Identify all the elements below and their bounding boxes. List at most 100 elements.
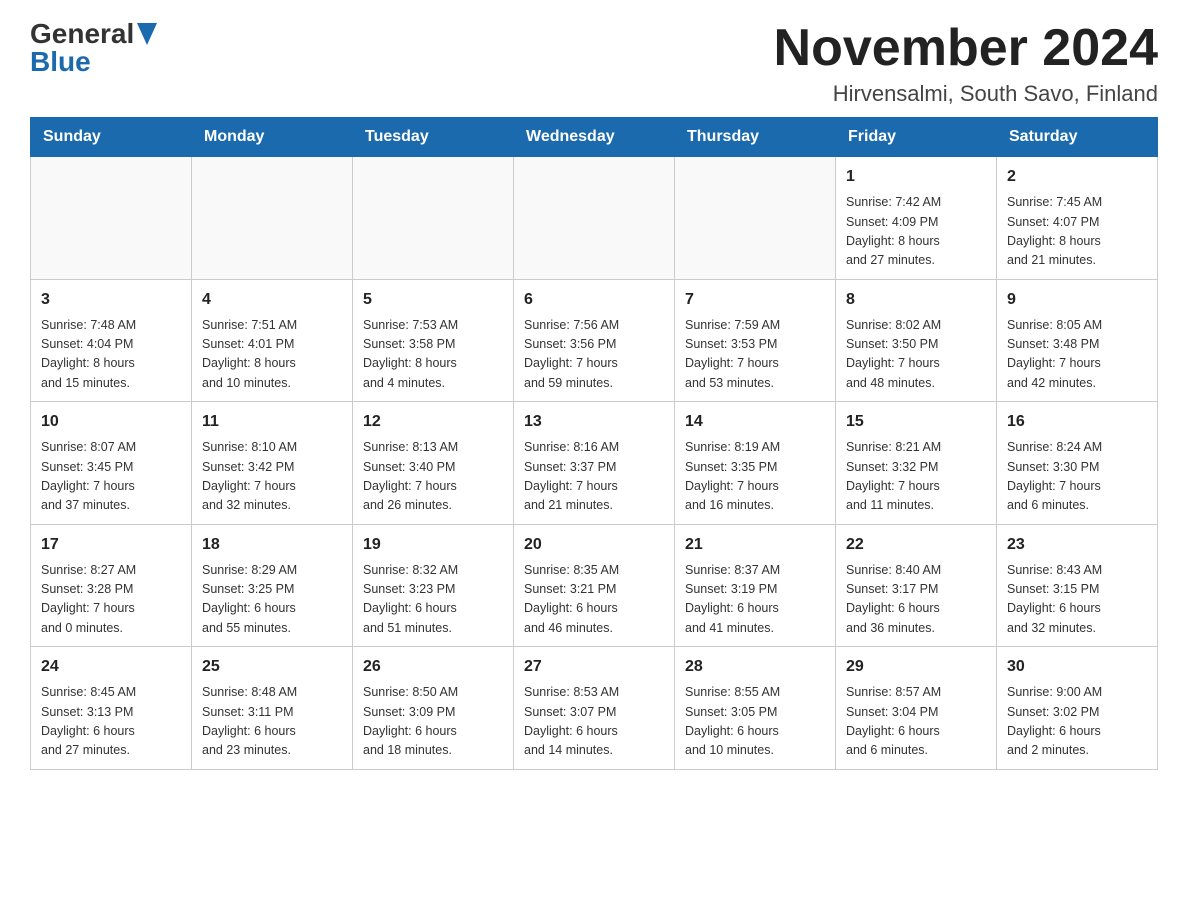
- day-number: 24: [41, 655, 181, 679]
- day-info: Sunrise: 8:57 AMSunset: 3:04 PMDaylight:…: [846, 683, 986, 761]
- day-info: Sunrise: 8:24 AMSunset: 3:30 PMDaylight:…: [1007, 438, 1147, 516]
- day-info: Sunrise: 8:45 AMSunset: 3:13 PMDaylight:…: [41, 683, 181, 761]
- day-number: 28: [685, 655, 825, 679]
- location-title: Hirvensalmi, South Savo, Finland: [774, 81, 1158, 107]
- calendar-cell: [31, 157, 192, 280]
- day-info: Sunrise: 8:10 AMSunset: 3:42 PMDaylight:…: [202, 438, 342, 516]
- day-number: 8: [846, 288, 986, 312]
- day-number: 5: [363, 288, 503, 312]
- day-number: 14: [685, 410, 825, 434]
- calendar-cell: 3Sunrise: 7:48 AMSunset: 4:04 PMDaylight…: [31, 279, 192, 402]
- day-number: 18: [202, 533, 342, 557]
- day-number: 7: [685, 288, 825, 312]
- day-number: 25: [202, 655, 342, 679]
- calendar-cell: 27 Sunrise: 8:53 AMSunset: 3:07 PMDayligh…: [514, 647, 675, 770]
- col-tuesday: Tuesday: [353, 118, 514, 157]
- calendar-week-row: 10 Sunrise: 8:07 AMSunset: 3:45 PMDayligh…: [31, 402, 1158, 525]
- day-number: 23: [1007, 533, 1147, 557]
- calendar-cell: 4 Sunrise: 7:51 AMSunset: 4:01 PMDaylight…: [192, 279, 353, 402]
- day-info: Sunrise: 8:43 AMSunset: 3:15 PMDaylight:…: [1007, 561, 1147, 639]
- calendar-cell: 17Sunrise: 8:27 AMSunset: 3:28 PMDayligh…: [31, 524, 192, 647]
- col-sunday: Sunday: [31, 118, 192, 157]
- calendar-cell: 24 Sunrise: 8:45 AMSunset: 3:13 PMDayligh…: [31, 647, 192, 770]
- day-number: 4: [202, 288, 342, 312]
- day-number: 29: [846, 655, 986, 679]
- calendar-cell: 10 Sunrise: 8:07 AMSunset: 3:45 PMDayligh…: [31, 402, 192, 525]
- day-number: 17: [41, 533, 181, 557]
- day-info: Sunrise: 8:21 AMSunset: 3:32 PMDaylight:…: [846, 438, 986, 516]
- logo: General Blue: [30, 20, 157, 76]
- day-number: 9: [1007, 288, 1147, 312]
- calendar-cell: [353, 157, 514, 280]
- calendar-table: Sunday Monday Tuesday Wednesday Thursday…: [30, 117, 1158, 770]
- day-number: 1: [846, 165, 986, 189]
- calendar-cell: 11 Sunrise: 8:10 AMSunset: 3:42 PMDayligh…: [192, 402, 353, 525]
- day-info: Sunrise: 7:59 AMSunset: 3:53 PMDaylight:…: [685, 316, 825, 394]
- day-number: 6: [524, 288, 664, 312]
- day-info: Sunrise: 8:50 AMSunset: 3:09 PMDaylight:…: [363, 683, 503, 761]
- day-number: 11: [202, 410, 342, 434]
- day-number: 21: [685, 533, 825, 557]
- calendar-cell: 19 Sunrise: 8:32 AMSunset: 3:23 PMDayligh…: [353, 524, 514, 647]
- calendar-cell: 5 Sunrise: 7:53 AMSunset: 3:58 PMDaylight…: [353, 279, 514, 402]
- day-number: 16: [1007, 410, 1147, 434]
- day-number: 13: [524, 410, 664, 434]
- day-info: Sunrise: 8:13 AMSunset: 3:40 PMDaylight:…: [363, 438, 503, 516]
- calendar-cell: 2 Sunrise: 7:45 AMSunset: 4:07 PMDaylight…: [997, 157, 1158, 280]
- day-info: Sunrise: 7:45 AMSunset: 4:07 PMDaylight:…: [1007, 193, 1147, 271]
- calendar-cell: 14 Sunrise: 8:19 AMSunset: 3:35 PMDayligh…: [675, 402, 836, 525]
- day-info: Sunrise: 8:02 AMSunset: 3:50 PMDaylight:…: [846, 316, 986, 394]
- calendar-cell: 28 Sunrise: 8:55 AMSunset: 3:05 PMDayligh…: [675, 647, 836, 770]
- calendar-cell: 23 Sunrise: 8:43 AMSunset: 3:15 PMDayligh…: [997, 524, 1158, 647]
- calendar-cell: 21 Sunrise: 8:37 AMSunset: 3:19 PMDayligh…: [675, 524, 836, 647]
- day-number: 26: [363, 655, 503, 679]
- calendar-header-row: Sunday Monday Tuesday Wednesday Thursday…: [31, 118, 1158, 157]
- day-info: Sunrise: 7:53 AMSunset: 3:58 PMDaylight:…: [363, 316, 503, 394]
- calendar-cell: 6 Sunrise: 7:56 AMSunset: 3:56 PMDaylight…: [514, 279, 675, 402]
- calendar-cell: 29 Sunrise: 8:57 AMSunset: 3:04 PMDayligh…: [836, 647, 997, 770]
- day-info: Sunrise: 8:19 AMSunset: 3:35 PMDaylight:…: [685, 438, 825, 516]
- day-info: Sunrise: 8:53 AMSunset: 3:07 PMDaylight:…: [524, 683, 664, 761]
- calendar-cell: 26 Sunrise: 8:50 AMSunset: 3:09 PMDayligh…: [353, 647, 514, 770]
- logo-general: General: [30, 20, 134, 48]
- col-wednesday: Wednesday: [514, 118, 675, 157]
- day-number: 19: [363, 533, 503, 557]
- day-info: Sunrise: 7:51 AMSunset: 4:01 PMDaylight:…: [202, 316, 342, 394]
- day-info: Sunrise: 7:56 AMSunset: 3:56 PMDaylight:…: [524, 316, 664, 394]
- calendar-cell: 13Sunrise: 8:16 AMSunset: 3:37 PMDayligh…: [514, 402, 675, 525]
- calendar-cell: 7 Sunrise: 7:59 AMSunset: 3:53 PMDaylight…: [675, 279, 836, 402]
- day-info: Sunrise: 8:40 AMSunset: 3:17 PMDaylight:…: [846, 561, 986, 639]
- calendar-week-row: 1Sunrise: 7:42 AMSunset: 4:09 PMDaylight…: [31, 157, 1158, 280]
- day-number: 27: [524, 655, 664, 679]
- calendar-cell: 1Sunrise: 7:42 AMSunset: 4:09 PMDaylight…: [836, 157, 997, 280]
- day-info: Sunrise: 9:00 AMSunset: 3:02 PMDaylight:…: [1007, 683, 1147, 761]
- calendar-cell: 12Sunrise: 8:13 AMSunset: 3:40 PMDayligh…: [353, 402, 514, 525]
- day-info: Sunrise: 8:32 AMSunset: 3:23 PMDaylight:…: [363, 561, 503, 639]
- day-info: Sunrise: 8:29 AMSunset: 3:25 PMDaylight:…: [202, 561, 342, 639]
- calendar-cell: [514, 157, 675, 280]
- page-header: General Blue November 2024 Hirvensalmi, …: [30, 20, 1158, 107]
- day-info: Sunrise: 8:35 AMSunset: 3:21 PMDaylight:…: [524, 561, 664, 639]
- day-number: 20: [524, 533, 664, 557]
- calendar-cell: 22 Sunrise: 8:40 AMSunset: 3:17 PMDayligh…: [836, 524, 997, 647]
- day-number: 22: [846, 533, 986, 557]
- calendar-week-row: 24 Sunrise: 8:45 AMSunset: 3:13 PMDayligh…: [31, 647, 1158, 770]
- calendar-cell: 25 Sunrise: 8:48 AMSunset: 3:11 PMDayligh…: [192, 647, 353, 770]
- day-info: Sunrise: 8:55 AMSunset: 3:05 PMDaylight:…: [685, 683, 825, 761]
- calendar-cell: 18 Sunrise: 8:29 AMSunset: 3:25 PMDayligh…: [192, 524, 353, 647]
- calendar-cell: [675, 157, 836, 280]
- day-number: 3: [41, 288, 181, 312]
- day-number: 30: [1007, 655, 1147, 679]
- col-thursday: Thursday: [675, 118, 836, 157]
- day-info: Sunrise: 8:07 AMSunset: 3:45 PMDaylight:…: [41, 438, 181, 516]
- day-number: 10: [41, 410, 181, 434]
- calendar-week-row: 17Sunrise: 8:27 AMSunset: 3:28 PMDayligh…: [31, 524, 1158, 647]
- day-info: Sunrise: 8:48 AMSunset: 3:11 PMDaylight:…: [202, 683, 342, 761]
- calendar-cell: 16 Sunrise: 8:24 AMSunset: 3:30 PMDayligh…: [997, 402, 1158, 525]
- day-info: Sunrise: 8:37 AMSunset: 3:19 PMDaylight:…: [685, 561, 825, 639]
- calendar-cell: 30 Sunrise: 9:00 AMSunset: 3:02 PMDayligh…: [997, 647, 1158, 770]
- title-block: November 2024 Hirvensalmi, South Savo, F…: [774, 20, 1158, 107]
- day-info: Sunrise: 8:05 AMSunset: 3:48 PMDaylight:…: [1007, 316, 1147, 394]
- calendar-week-row: 3Sunrise: 7:48 AMSunset: 4:04 PMDaylight…: [31, 279, 1158, 402]
- day-number: 2: [1007, 165, 1147, 189]
